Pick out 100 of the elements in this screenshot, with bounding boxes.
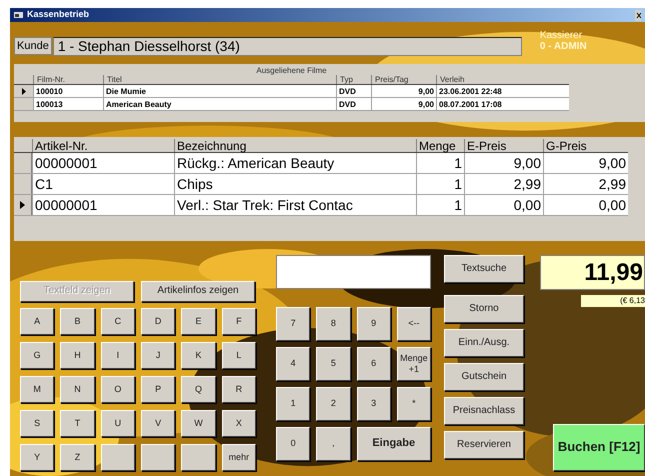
letter-key[interactable]: R: [222, 376, 256, 403]
column-header[interactable]: Bezeichnung: [174, 139, 416, 152]
app-icon: [14, 11, 23, 19]
column-header[interactable]: Film-Nr.: [33, 75, 103, 84]
total-display: 11,99: [540, 255, 645, 290]
table-cell: C1: [32, 174, 174, 194]
number-key[interactable]: 0: [276, 427, 310, 461]
number-key[interactable]: 5: [316, 347, 350, 381]
row-pointer-icon: [22, 88, 26, 94]
blank-key[interactable]: [181, 444, 216, 471]
letter-key[interactable]: S: [20, 410, 54, 437]
letter-key[interactable]: W: [181, 410, 216, 437]
table-cell: Die Mumie: [103, 85, 336, 97]
action-button[interactable]: Preisnachlass: [444, 397, 524, 425]
letter-key[interactable]: P: [140, 376, 176, 403]
number-key[interactable]: Menge +1: [396, 347, 431, 381]
letter-key[interactable]: F: [222, 308, 256, 335]
table-cell: DVD: [336, 85, 371, 97]
cashier-name: 0 - ADMIN: [540, 41, 587, 52]
column-header[interactable]: Titel: [103, 75, 336, 84]
letter-key[interactable]: T: [60, 410, 95, 437]
euro-total: (€ 6,13: [581, 295, 645, 307]
table-cell: 9,00: [371, 98, 436, 110]
column-header[interactable]: Menge: [416, 139, 464, 152]
table-cell: Verl.: Star Trek: First Contac: [174, 195, 416, 215]
action-button[interactable]: Gutschein: [444, 363, 524, 391]
table-cell: 100013: [33, 98, 103, 110]
letter-key[interactable]: mehr: [222, 444, 256, 471]
number-key[interactable]: 6: [356, 347, 391, 381]
table-cell: 2,99: [543, 174, 628, 194]
letter-key[interactable]: I: [100, 342, 135, 369]
column-header[interactable]: G-Preis: [543, 139, 628, 152]
customer-label: Kunde: [14, 37, 52, 55]
letter-key[interactable]: L: [222, 342, 256, 369]
table-cell: 100010: [33, 85, 103, 97]
letter-key[interactable]: U: [100, 410, 135, 437]
number-key[interactable]: <--: [396, 307, 431, 341]
letter-key[interactable]: E: [181, 308, 216, 335]
row-indicator[interactable]: [14, 195, 32, 215]
number-key[interactable]: 3: [356, 387, 391, 421]
row-indicator[interactable]: [14, 85, 33, 97]
letter-key[interactable]: A: [20, 308, 54, 335]
letter-key[interactable]: C: [100, 308, 135, 335]
number-key[interactable]: 9: [356, 307, 391, 341]
letter-key[interactable]: Q: [181, 376, 216, 403]
letter-key[interactable]: X: [222, 410, 256, 437]
table-cell: 0,00: [464, 195, 543, 215]
number-key[interactable]: 8: [316, 307, 350, 341]
letter-key[interactable]: G: [20, 342, 54, 369]
table-cell: 00000001: [32, 153, 174, 173]
enter-button[interactable]: Eingabe: [356, 427, 431, 461]
blank-key[interactable]: [140, 444, 176, 471]
number-key[interactable]: 1: [276, 387, 310, 421]
table-cell: Rückg.: American Beauty: [174, 153, 416, 173]
table-cell: 0,00: [543, 195, 628, 215]
table-cell: American Beauty: [103, 98, 336, 110]
column-header[interactable]: Typ: [336, 75, 371, 84]
number-key[interactable]: ,: [316, 427, 350, 461]
table-cell: 08.07.2001 17:08: [436, 98, 569, 110]
letter-key[interactable]: D: [140, 308, 176, 335]
close-icon[interactable]: [635, 10, 641, 20]
column-header[interactable]: E-Preis: [464, 139, 543, 152]
table-cell: Chips: [174, 174, 416, 194]
column-header[interactable]: Verleih: [436, 75, 569, 84]
letter-key[interactable]: V: [140, 410, 176, 437]
table-cell: 9,00: [371, 85, 436, 97]
table-cell: 9,00: [543, 153, 628, 173]
table-cell: 9,00: [464, 153, 543, 173]
number-key[interactable]: 2: [316, 387, 350, 421]
customer-field[interactable]: 1 - Stephan Diesselhorst (34): [52, 37, 522, 56]
column-header[interactable]: Preis/Tag: [371, 75, 436, 84]
table-cell: 1: [416, 153, 464, 173]
action-button[interactable]: Storno: [444, 295, 524, 323]
toggle-button[interactable]: Artikelinfos zeigen: [141, 281, 255, 302]
number-key[interactable]: 4: [276, 347, 310, 381]
action-button[interactable]: Reservieren: [444, 431, 524, 459]
letter-key[interactable]: O: [100, 376, 135, 403]
rentals-title: Ausgeliehene Filme: [255, 66, 328, 75]
book-button[interactable]: Buchen [F12]: [553, 424, 645, 471]
input-field[interactable]: [276, 255, 431, 289]
letter-key[interactable]: Y: [20, 444, 54, 471]
number-key[interactable]: 7: [276, 307, 310, 341]
table-cell: 1: [416, 195, 464, 215]
letter-key[interactable]: J: [140, 342, 176, 369]
letter-key[interactable]: H: [60, 342, 95, 369]
letter-key[interactable]: K: [181, 342, 216, 369]
table-cell: DVD: [336, 98, 371, 110]
row-pointer-icon: [20, 201, 25, 209]
letter-key[interactable]: N: [60, 376, 95, 403]
letter-key[interactable]: B: [60, 308, 95, 335]
cashier-label: Kassierer: [540, 30, 584, 41]
table-cell: 00000001: [32, 195, 174, 215]
blank-key[interactable]: [100, 444, 135, 471]
number-key[interactable]: *: [396, 387, 431, 421]
letter-key[interactable]: M: [20, 376, 54, 403]
table-cell: 1: [416, 174, 464, 194]
letter-key[interactable]: Z: [60, 444, 95, 471]
action-button[interactable]: Einn./Ausg.: [444, 329, 524, 357]
column-header[interactable]: Artikel-Nr.: [32, 139, 174, 152]
action-button[interactable]: Textsuche: [444, 255, 524, 283]
